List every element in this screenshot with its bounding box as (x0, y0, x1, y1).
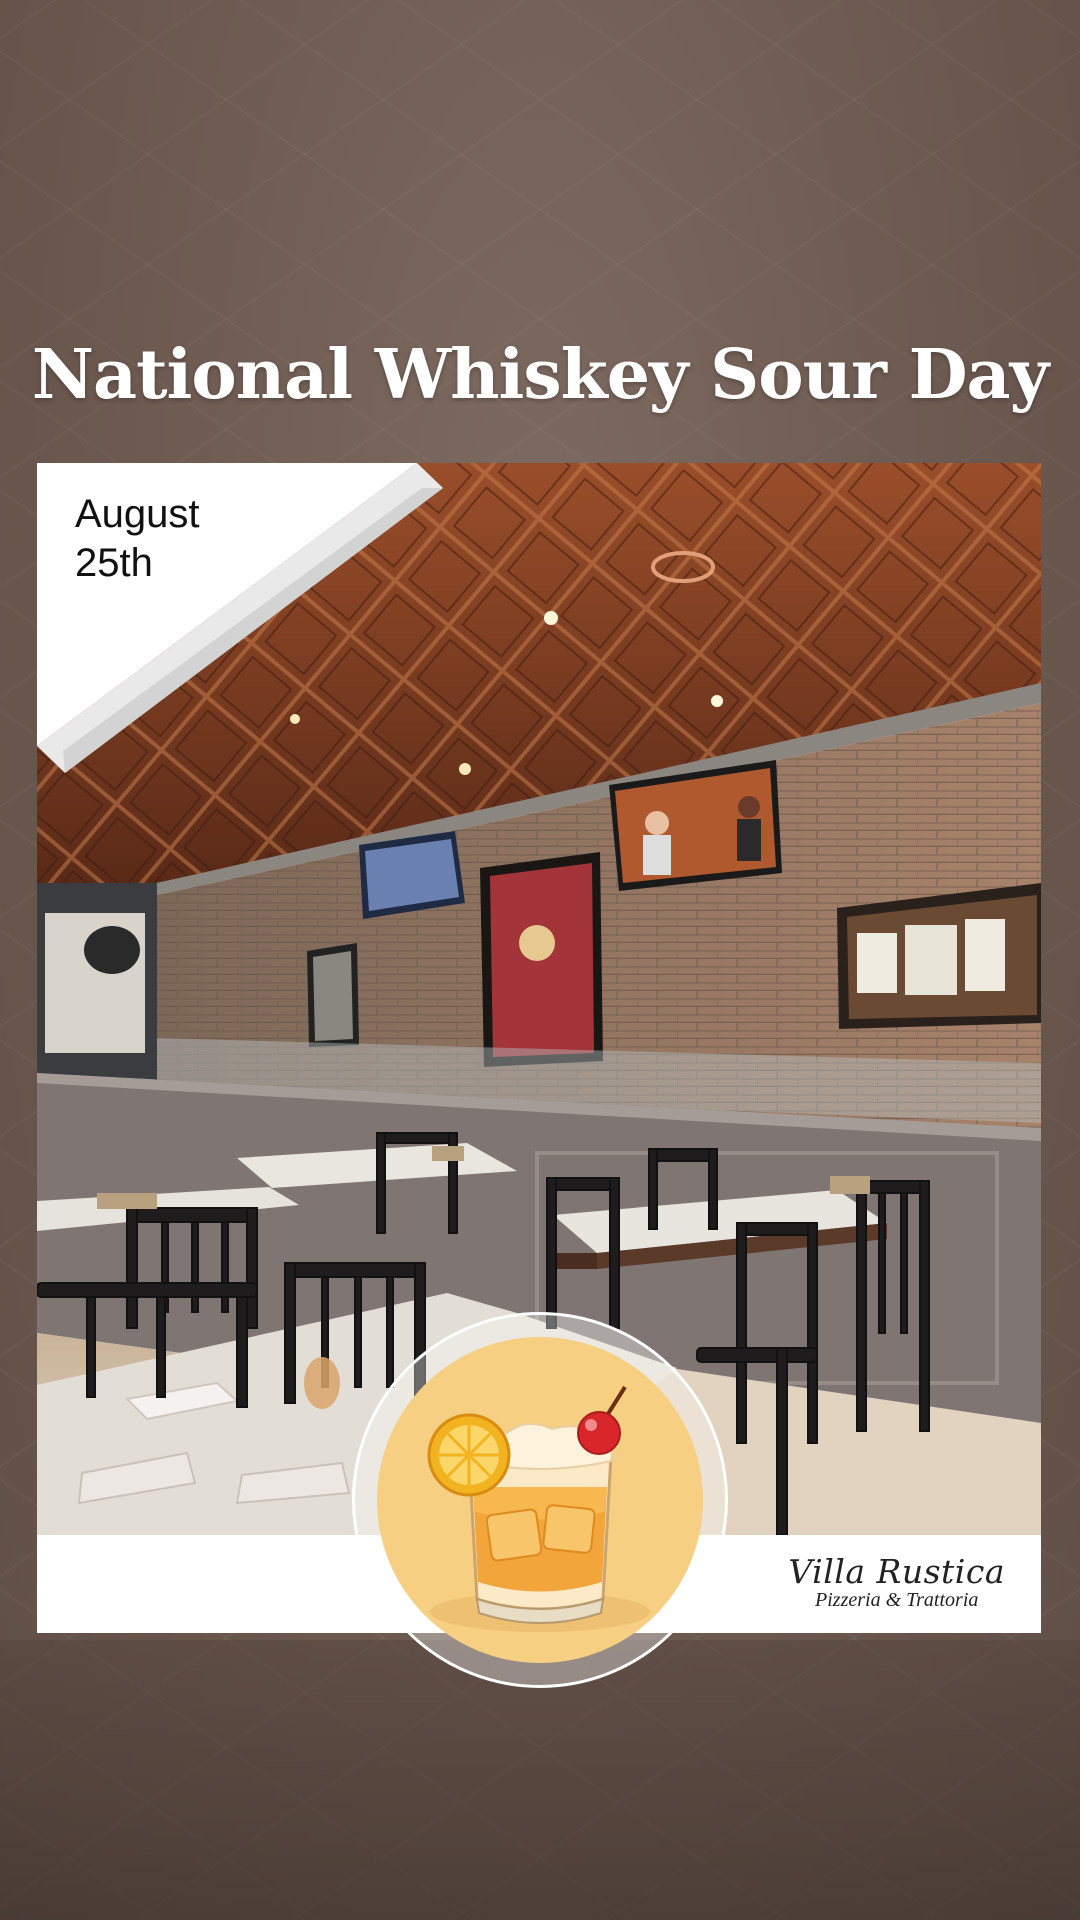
date-day: 25th (75, 541, 153, 585)
date-month: August (75, 492, 200, 536)
brand-logo: Villa Rustica Pizzeria & Trattoria (788, 1552, 1005, 1612)
event-date: August 25th (75, 490, 200, 588)
brand-name: Villa Rustica (788, 1552, 1005, 1591)
brand-tagline: Pizzeria & Trattoria (815, 1589, 979, 1611)
drink-badge (352, 1312, 728, 1688)
whiskey-sour-glass-icon (377, 1337, 703, 1663)
page-title: National Whiskey Sour Day (31, 335, 1049, 415)
